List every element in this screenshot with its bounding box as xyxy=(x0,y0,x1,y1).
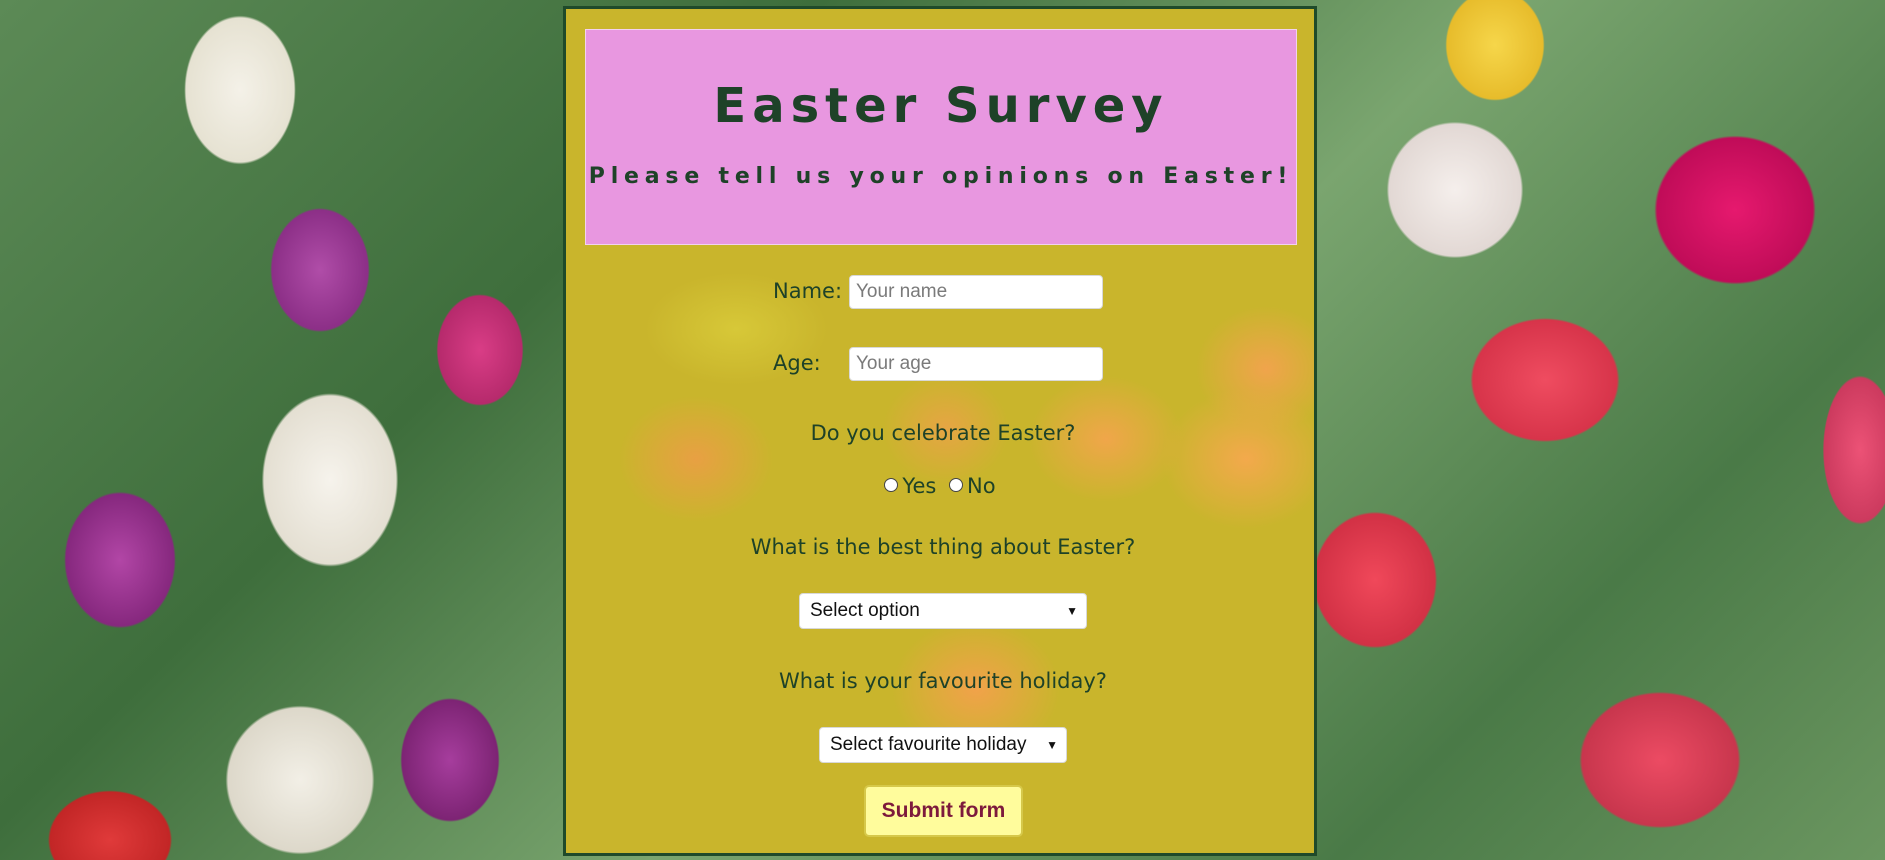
celebrate-question: Do you celebrate Easter? xyxy=(810,421,1076,445)
best-thing-selected: Select option xyxy=(810,600,920,621)
name-input[interactable] xyxy=(849,275,1103,309)
name-label: Name: xyxy=(773,279,843,303)
yes-radio-label: Yes xyxy=(902,474,937,498)
chevron-down-icon: ▼ xyxy=(1066,604,1078,618)
page-title: Easter Survey xyxy=(713,78,1169,134)
favourite-holiday-select[interactable]: Select favourite holiday ▼ xyxy=(819,727,1067,763)
no-radio-label: No xyxy=(967,474,996,498)
no-radio[interactable] xyxy=(949,478,964,492)
age-label: Age: xyxy=(773,351,821,375)
survey-panel: Easter Survey Please tell us your opinio… xyxy=(563,6,1317,856)
favourite-holiday-question: What is your favourite holiday? xyxy=(779,669,1107,693)
celebrate-radio-group: Yes No xyxy=(566,474,1320,498)
age-input[interactable] xyxy=(849,347,1103,381)
favourite-holiday-selected: Select favourite holiday xyxy=(830,734,1027,755)
best-thing-question: What is the best thing about Easter? xyxy=(750,535,1136,559)
page-subtitle: Please tell us your opinions on Easter! xyxy=(588,164,1294,189)
best-thing-select[interactable]: Select option ▼ xyxy=(799,593,1087,629)
submit-button[interactable]: Submit form xyxy=(864,785,1023,837)
yes-radio[interactable] xyxy=(884,478,899,492)
survey-header: Easter Survey Please tell us your opinio… xyxy=(585,29,1297,245)
chevron-down-icon: ▼ xyxy=(1046,738,1058,752)
